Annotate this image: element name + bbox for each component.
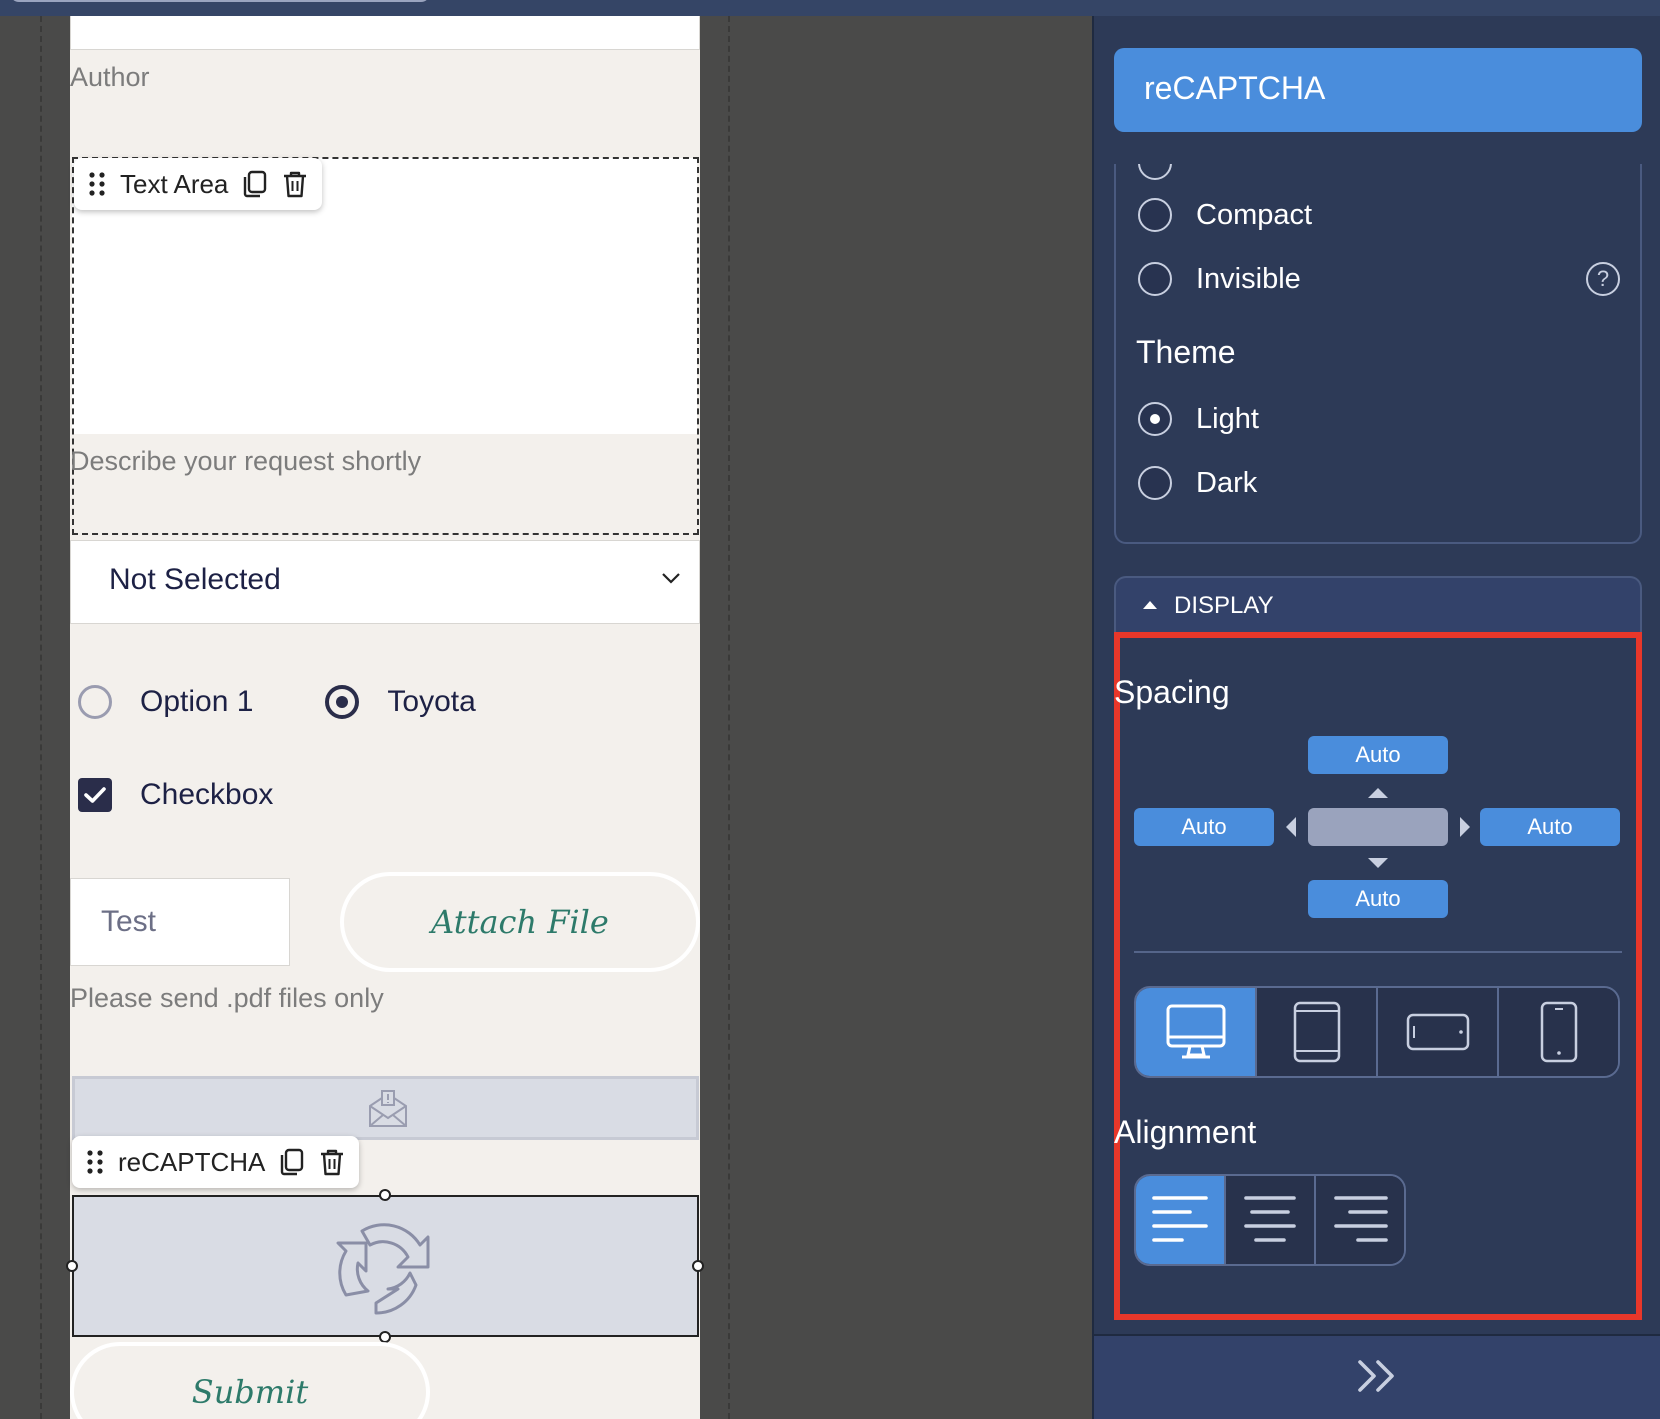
- submit-button[interactable]: Submit: [70, 1342, 430, 1419]
- attach-file-button[interactable]: Attach File: [340, 872, 700, 972]
- align-right-button[interactable]: [1316, 1176, 1404, 1264]
- view-tabs[interactable]: [10, 0, 430, 2]
- align-center-button[interactable]: [1226, 1176, 1316, 1264]
- radio-circle-icon[interactable]: [1138, 198, 1172, 232]
- size-theme-card: Compact Invisible ? Theme Light Dark: [1114, 164, 1642, 544]
- size-radio-clipped[interactable]: [1138, 164, 1172, 180]
- device-desktop-button[interactable]: [1136, 988, 1257, 1076]
- radio-option-toyota[interactable]: Toyota: [325, 685, 476, 719]
- size-option-label: Invisible: [1196, 262, 1301, 295]
- mobile-icon: [1540, 1001, 1577, 1063]
- panel-footer: [1094, 1334, 1660, 1419]
- caret-right-icon: [1460, 817, 1470, 837]
- theme-heading: Theme: [1136, 334, 1236, 370]
- theme-option-dark[interactable]: Dark: [1138, 466, 1257, 500]
- drag-handle-icon[interactable]: [86, 1149, 104, 1175]
- attach-helper-text: Please send .pdf files only: [70, 983, 384, 1013]
- resize-handle-right[interactable]: [692, 1260, 704, 1272]
- recaptcha-toolbar: reCAPTCHA: [72, 1136, 360, 1188]
- theme-option-label: Dark: [1196, 466, 1258, 499]
- spacing-heading: Spacing: [1114, 674, 1230, 710]
- radio-selected-icon[interactable]: [1138, 402, 1172, 436]
- device-selector: [1134, 986, 1620, 1078]
- dropdown-value: Not Selected: [109, 563, 281, 596]
- alignment-selector: [1134, 1174, 1406, 1266]
- spacing-right-button[interactable]: Auto: [1480, 808, 1620, 846]
- duplicate-icon[interactable]: [279, 1148, 305, 1176]
- recaptcha-chip-label: reCAPTCHA: [118, 1146, 266, 1177]
- collapse-panel-icon[interactable]: [1356, 1358, 1400, 1394]
- tablet-landscape-icon: [1406, 1013, 1469, 1051]
- caret-down-icon: [1368, 858, 1388, 868]
- text-area-toolbar: Text Area: [74, 158, 323, 210]
- panel-title: reCAPTCHA: [1144, 70, 1326, 106]
- checkbox-checked-icon[interactable]: [78, 778, 112, 812]
- help-icon[interactable]: ?: [1586, 262, 1620, 296]
- align-left-button[interactable]: [1136, 1176, 1226, 1264]
- caret-up-icon: [1143, 601, 1157, 609]
- caret-up-icon: [1368, 788, 1388, 798]
- recaptcha-widget[interactable]: [72, 1195, 699, 1337]
- radio-circle-icon[interactable]: [1138, 262, 1172, 296]
- align-left-icon: [1152, 1196, 1208, 1242]
- device-mobile-button[interactable]: [1499, 988, 1618, 1076]
- radio-selected-icon[interactable]: [325, 685, 360, 719]
- theme-option-light[interactable]: Light: [1138, 402, 1259, 436]
- dropdown-select[interactable]: Not Selected: [70, 540, 700, 624]
- drag-handle-icon[interactable]: [88, 171, 106, 197]
- radio-option-1[interactable]: Option 1: [78, 685, 253, 719]
- caret-left-icon: [1286, 817, 1296, 837]
- delete-icon[interactable]: [319, 1148, 345, 1176]
- text-area-selection-outline: [72, 157, 699, 535]
- right-guide-line: [728, 16, 730, 1419]
- duplicate-icon[interactable]: [242, 170, 268, 198]
- checkbox-label: Checkbox: [140, 778, 274, 811]
- section-divider: [1134, 951, 1622, 953]
- device-tablet-button[interactable]: [1257, 988, 1378, 1076]
- radio-circle-icon[interactable]: [1138, 466, 1172, 500]
- spacing-bottom-button[interactable]: Auto: [1308, 880, 1448, 918]
- theme-option-label: Light: [1196, 402, 1259, 435]
- resize-handle-left[interactable]: [66, 1260, 78, 1272]
- tablet-icon: [1293, 1001, 1340, 1063]
- spacing-top-button[interactable]: Auto: [1308, 736, 1448, 774]
- author-helper-text: Author: [70, 62, 150, 92]
- radio-label: Option 1: [140, 685, 254, 718]
- align-right-icon: [1334, 1196, 1388, 1242]
- chevron-down-icon: [662, 573, 680, 584]
- text-area-chip-label: Text Area: [120, 168, 229, 199]
- size-option-label: Compact: [1196, 198, 1313, 231]
- recaptcha-logo-icon: [336, 1223, 430, 1315]
- size-option-invisible[interactable]: Invisible: [1138, 262, 1301, 296]
- radio-label: Toyota: [387, 685, 476, 718]
- left-guide-line: [40, 16, 42, 1419]
- text-area-helper-text: Describe your request shortly: [70, 446, 422, 476]
- top-bar: [0, 0, 1660, 16]
- display-section-header[interactable]: DISPLAY: [1114, 576, 1642, 636]
- email-alert-icon: [369, 1090, 407, 1127]
- device-tablet-landscape-button[interactable]: [1378, 988, 1499, 1076]
- panel-header: reCAPTCHA: [1114, 48, 1642, 132]
- test-input-value: Test: [101, 905, 157, 938]
- spacing-left-button[interactable]: Auto: [1134, 808, 1274, 846]
- align-center-icon: [1244, 1196, 1296, 1242]
- test-input[interactable]: Test: [70, 878, 290, 966]
- desktop-icon: [1166, 1004, 1225, 1059]
- alignment-heading: Alignment: [1114, 1114, 1257, 1150]
- properties-panel: reCAPTCHA Compact Invisible ? Theme Ligh…: [1092, 16, 1660, 1419]
- delete-icon[interactable]: [282, 170, 308, 198]
- resize-handle-top[interactable]: [379, 1189, 391, 1201]
- display-section-label: DISPLAY: [1174, 592, 1274, 619]
- radio-group: Option 1 Toyota: [78, 680, 548, 724]
- checkbox-field[interactable]: Checkbox: [78, 778, 273, 812]
- email-widget-placeholder[interactable]: [72, 1076, 699, 1140]
- spacing-element-preview: [1308, 808, 1448, 846]
- size-option-compact[interactable]: Compact: [1138, 198, 1312, 232]
- radio-circle-icon[interactable]: [78, 685, 112, 719]
- name-input[interactable]: [70, 16, 700, 50]
